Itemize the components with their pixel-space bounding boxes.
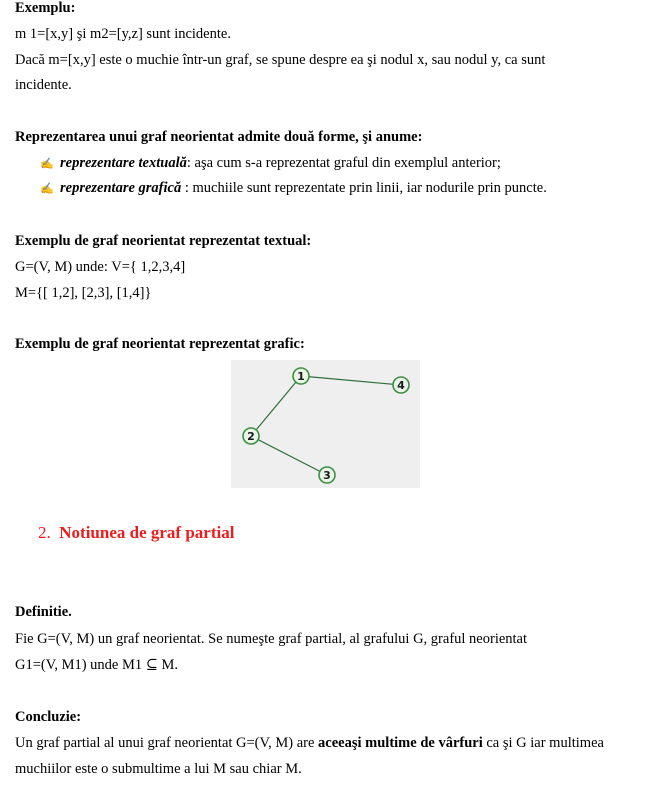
graph-node-label-2: 2 <box>247 430 255 443</box>
definition-heading: Definitie. <box>15 604 72 620</box>
textual-example-heading: Exemplu de graf neorientat reprezentat t… <box>15 233 312 249</box>
bullet-description: : muchiile sunt reprezentate prin linii,… <box>181 180 547 196</box>
bullet-description: : aşa cum s-a reprezentat graful din exe… <box>186 155 501 171</box>
graph-edge-2-3 <box>250 435 328 476</box>
graph-node-label-1: 1 <box>297 370 305 383</box>
example-heading: Exemplu: <box>15 0 76 16</box>
graph-node-label-3: 3 <box>323 469 331 482</box>
graph-node-label-4: 4 <box>397 379 405 392</box>
section-title: Notiunea de graf partial <box>59 523 235 542</box>
bullet-graphical: reprezentare grafică : muchiile sunt rep… <box>60 180 547 197</box>
graph-edge-1-2 <box>250 375 302 437</box>
pencil-icon: ✍ <box>40 158 54 170</box>
textual-example-edges: M={[ 1,2], [2,3], [1,4]} <box>15 285 152 301</box>
conclusion-line-1: Un graf partial al unui graf neorientat … <box>15 735 604 752</box>
bullet-textual: reprezentare textuală: aşa cum s-a repre… <box>60 155 501 172</box>
example-line-2: Dacă m=[x,y] este o muchie într-un graf,… <box>15 52 546 68</box>
graph-figure: 1 2 3 4 <box>231 360 420 488</box>
textual-example-vertices: G=(V, M) unde: V={ 1,2,3,4] <box>15 259 186 275</box>
example-line-3: incidente. <box>15 77 72 93</box>
conclusion-emphasis: aceeaşi multime de vârfuri <box>318 735 483 751</box>
conclusion-text: Un graf partial al unui graf neorientat … <box>15 735 319 751</box>
definition-line-2: G1=(V, M1) unde M1 ⊆ M. <box>15 657 179 673</box>
graph-drawing: 1 2 3 4 <box>242 367 410 484</box>
graph-edge-1-4 <box>300 375 402 386</box>
conclusion-heading: Concluzie: <box>15 709 82 725</box>
representation-heading: Reprezentarea unui graf neorientat admit… <box>15 129 423 145</box>
conclusion-text: ca şi G iar multimea <box>482 735 604 751</box>
bullet-term: reprezentare grafică <box>60 180 182 196</box>
example-line-1: m 1=[x,y] şi m2=[y,z] sunt incidente. <box>15 26 231 42</box>
section-heading: 2. Notiunea de graf partial <box>38 523 234 543</box>
graphical-example-heading: Exemplu de graf neorientat reprezentat g… <box>15 336 305 352</box>
section-number: 2. <box>38 523 51 542</box>
bullet-term: reprezentare textuală <box>60 155 187 171</box>
definition-line-1: Fie G=(V, M) un graf neorientat. Se nume… <box>15 631 528 647</box>
conclusion-line-2: muchiilor este o submultime a lui M sau … <box>15 761 302 777</box>
pencil-icon: ✍ <box>40 183 54 195</box>
